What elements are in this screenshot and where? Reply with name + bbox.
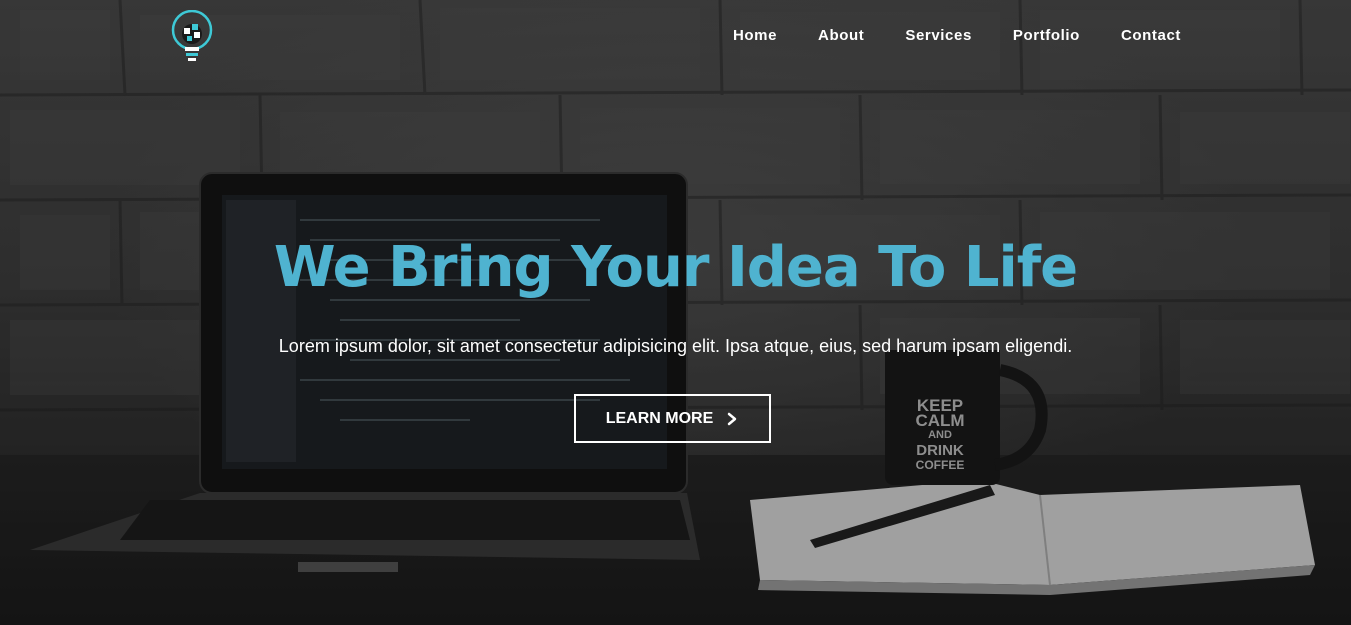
lightbulb-logo-icon [171, 9, 213, 61]
nav-contact[interactable]: Contact [1121, 27, 1181, 44]
nav-about[interactable]: About [818, 27, 864, 44]
navbar: Home About Services Portfolio Contact [0, 0, 1351, 76]
nav-services[interactable]: Services [905, 27, 972, 44]
main-menu: Home About Services Portfolio Contact [692, 27, 1181, 44]
hero-overlay [0, 0, 1351, 625]
logo-link[interactable] [170, 9, 214, 66]
hero-section: KEEP CALM AND DRINK COFFEE Home About Se… [0, 0, 1351, 625]
hero-headline: We Bring Your Idea To Life [273, 235, 1078, 300]
learn-more-button[interactable]: LEARN MORE [574, 394, 771, 443]
learn-more-label: LEARN MORE [605, 409, 714, 427]
hero-subtitle: Lorem ipsum dolor, sit amet consectetur … [278, 336, 1073, 356]
nav-portfolio[interactable]: Portfolio [1013, 27, 1080, 44]
chevron-right-icon [728, 412, 737, 425]
nav-home[interactable]: Home [733, 27, 777, 44]
